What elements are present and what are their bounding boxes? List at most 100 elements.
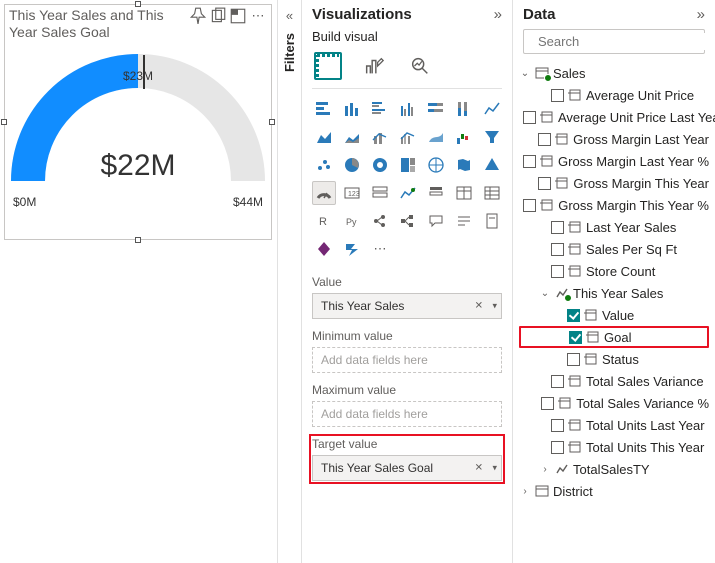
- focus-icon[interactable]: [229, 7, 247, 25]
- field-row[interactable]: Average Unit Price: [519, 84, 709, 106]
- resize-handle-top[interactable]: [135, 1, 141, 7]
- map-icon[interactable]: [424, 153, 448, 177]
- paginated-report-icon[interactable]: [480, 209, 504, 233]
- copy-icon[interactable]: [209, 7, 227, 25]
- analytics-tab[interactable]: [406, 52, 434, 80]
- kpi-icon[interactable]: [396, 181, 420, 205]
- stacked-area-icon[interactable]: [340, 125, 364, 149]
- hundred-stacked-bar-icon[interactable]: [424, 97, 448, 121]
- field-checkbox[interactable]: [569, 331, 582, 344]
- chevron-collapse-icon[interactable]: »: [494, 6, 502, 23]
- field-checkbox[interactable]: [538, 133, 551, 146]
- waterfall-icon[interactable]: [452, 125, 476, 149]
- field-checkbox[interactable]: [523, 199, 536, 212]
- value-well[interactable]: Value This Year Sales ✕ ▾: [312, 275, 502, 319]
- pie-icon[interactable]: [340, 153, 364, 177]
- resize-handle-bottom[interactable]: [135, 237, 141, 243]
- target-well-field[interactable]: This Year Sales Goal ✕ ▾: [312, 455, 502, 481]
- field-checkbox[interactable]: [551, 221, 564, 234]
- field-checkbox[interactable]: [567, 353, 580, 366]
- kpi-child-row[interactable]: Value: [519, 304, 709, 326]
- chevron-down-icon[interactable]: ⌄: [539, 288, 551, 299]
- get-more-visuals-icon[interactable]: ⋯: [368, 237, 392, 261]
- field-checkbox[interactable]: [551, 265, 564, 278]
- kpi-child-row[interactable]: Status: [519, 348, 709, 370]
- pin-icon[interactable]: [189, 7, 207, 25]
- max-well-placeholder[interactable]: Add data fields here: [312, 401, 502, 427]
- remove-field-icon[interactable]: ✕: [475, 301, 483, 312]
- power-automate-icon[interactable]: [340, 237, 364, 261]
- field-checkbox[interactable]: [551, 89, 564, 102]
- field-checkbox[interactable]: [551, 375, 564, 388]
- value-well-field[interactable]: This Year Sales ✕ ▾: [312, 293, 502, 319]
- chevron-expand-icon[interactable]: «: [286, 8, 293, 23]
- field-row[interactable]: Gross Margin This Year: [519, 172, 709, 194]
- card-icon[interactable]: 123: [340, 181, 364, 205]
- field-checkbox[interactable]: [551, 441, 564, 454]
- field-checkbox[interactable]: [538, 177, 551, 190]
- kpi-this-year-sales[interactable]: ⌄ This Year Sales: [519, 282, 709, 304]
- field-row[interactable]: Sales Per Sq Ft: [519, 238, 709, 260]
- field-row[interactable]: Store Count: [519, 260, 709, 282]
- search-field[interactable]: [536, 33, 715, 50]
- field-row[interactable]: Gross Margin This Year %: [519, 194, 709, 216]
- min-well-placeholder[interactable]: Add data fields here: [312, 347, 502, 373]
- chevron-collapse-icon[interactable]: »: [697, 6, 705, 23]
- key-influencers-icon[interactable]: [368, 209, 392, 233]
- chevron-down-icon[interactable]: ▾: [492, 301, 497, 312]
- field-row[interactable]: Last Year Sales: [519, 216, 709, 238]
- qa-visual-icon[interactable]: [424, 209, 448, 233]
- filled-map-icon[interactable]: [452, 153, 476, 177]
- py-visual-icon[interactable]: Py: [340, 209, 364, 233]
- field-row[interactable]: Gross Margin Last Year: [519, 128, 709, 150]
- chevron-right-icon[interactable]: ›: [519, 486, 531, 497]
- format-visual-tab[interactable]: [360, 52, 388, 80]
- maximum-value-well[interactable]: Maximum value Add data fields here: [312, 383, 502, 427]
- clustered-bar-icon[interactable]: [368, 97, 392, 121]
- minimum-value-well[interactable]: Minimum value Add data fields here: [312, 329, 502, 373]
- target-value-well[interactable]: Target value This Year Sales Goal ✕ ▾: [312, 437, 502, 481]
- field-checkbox[interactable]: [551, 243, 564, 256]
- field-row[interactable]: Average Unit Price Last Year: [519, 106, 709, 128]
- search-input[interactable]: [523, 29, 705, 54]
- donut-icon[interactable]: [368, 153, 392, 177]
- hundred-stacked-column-icon[interactable]: [452, 97, 476, 121]
- table-district[interactable]: › District: [519, 480, 709, 502]
- line-chart-icon[interactable]: [480, 97, 504, 121]
- field-checkbox[interactable]: [567, 309, 580, 322]
- area-chart-icon[interactable]: [312, 125, 336, 149]
- smart-narrative-icon[interactable]: [452, 209, 476, 233]
- stacked-column-icon[interactable]: [340, 97, 364, 121]
- field-row[interactable]: Gross Margin Last Year %: [519, 150, 709, 172]
- gauge-visual[interactable]: This Year Sales and This Year Sales Goal…: [4, 4, 272, 240]
- funnel-icon[interactable]: [480, 125, 504, 149]
- chevron-down-icon[interactable]: ▾: [492, 463, 497, 474]
- line-stacked-column-icon[interactable]: [368, 125, 392, 149]
- field-checkbox[interactable]: [541, 397, 554, 410]
- gauge-icon[interactable]: [312, 181, 336, 205]
- fx-totalsalesty[interactable]: › TotalSalesTY: [519, 458, 709, 480]
- field-checkbox[interactable]: [551, 419, 564, 432]
- remove-field-icon[interactable]: ✕: [475, 463, 483, 474]
- field-row[interactable]: Total Sales Variance: [519, 370, 709, 392]
- chevron-right-icon[interactable]: ›: [539, 464, 551, 475]
- scatter-icon[interactable]: [312, 153, 336, 177]
- stacked-bar-icon[interactable]: [312, 97, 336, 121]
- matrix-icon[interactable]: [480, 181, 504, 205]
- filters-pane-collapsed[interactable]: « Filters: [278, 0, 302, 563]
- chevron-down-icon[interactable]: ⌄: [519, 68, 531, 79]
- line-clustered-column-icon[interactable]: [396, 125, 420, 149]
- report-canvas[interactable]: This Year Sales and This Year Sales Goal…: [0, 0, 278, 563]
- table-icon[interactable]: [452, 181, 476, 205]
- multi-row-card-icon[interactable]: [368, 181, 392, 205]
- decomposition-tree-icon[interactable]: [396, 209, 420, 233]
- field-row[interactable]: Total Sales Variance %: [519, 392, 709, 414]
- ribbon-chart-icon[interactable]: [424, 125, 448, 149]
- treemap-icon[interactable]: [396, 153, 420, 177]
- r-visual-icon[interactable]: R: [312, 209, 336, 233]
- azure-map-icon[interactable]: [480, 153, 504, 177]
- more-icon[interactable]: ⋯: [249, 7, 267, 25]
- build-visual-tab[interactable]: [314, 52, 342, 80]
- table-sales[interactable]: ⌄ Sales: [519, 62, 709, 84]
- field-row[interactable]: Total Units This Year: [519, 436, 709, 458]
